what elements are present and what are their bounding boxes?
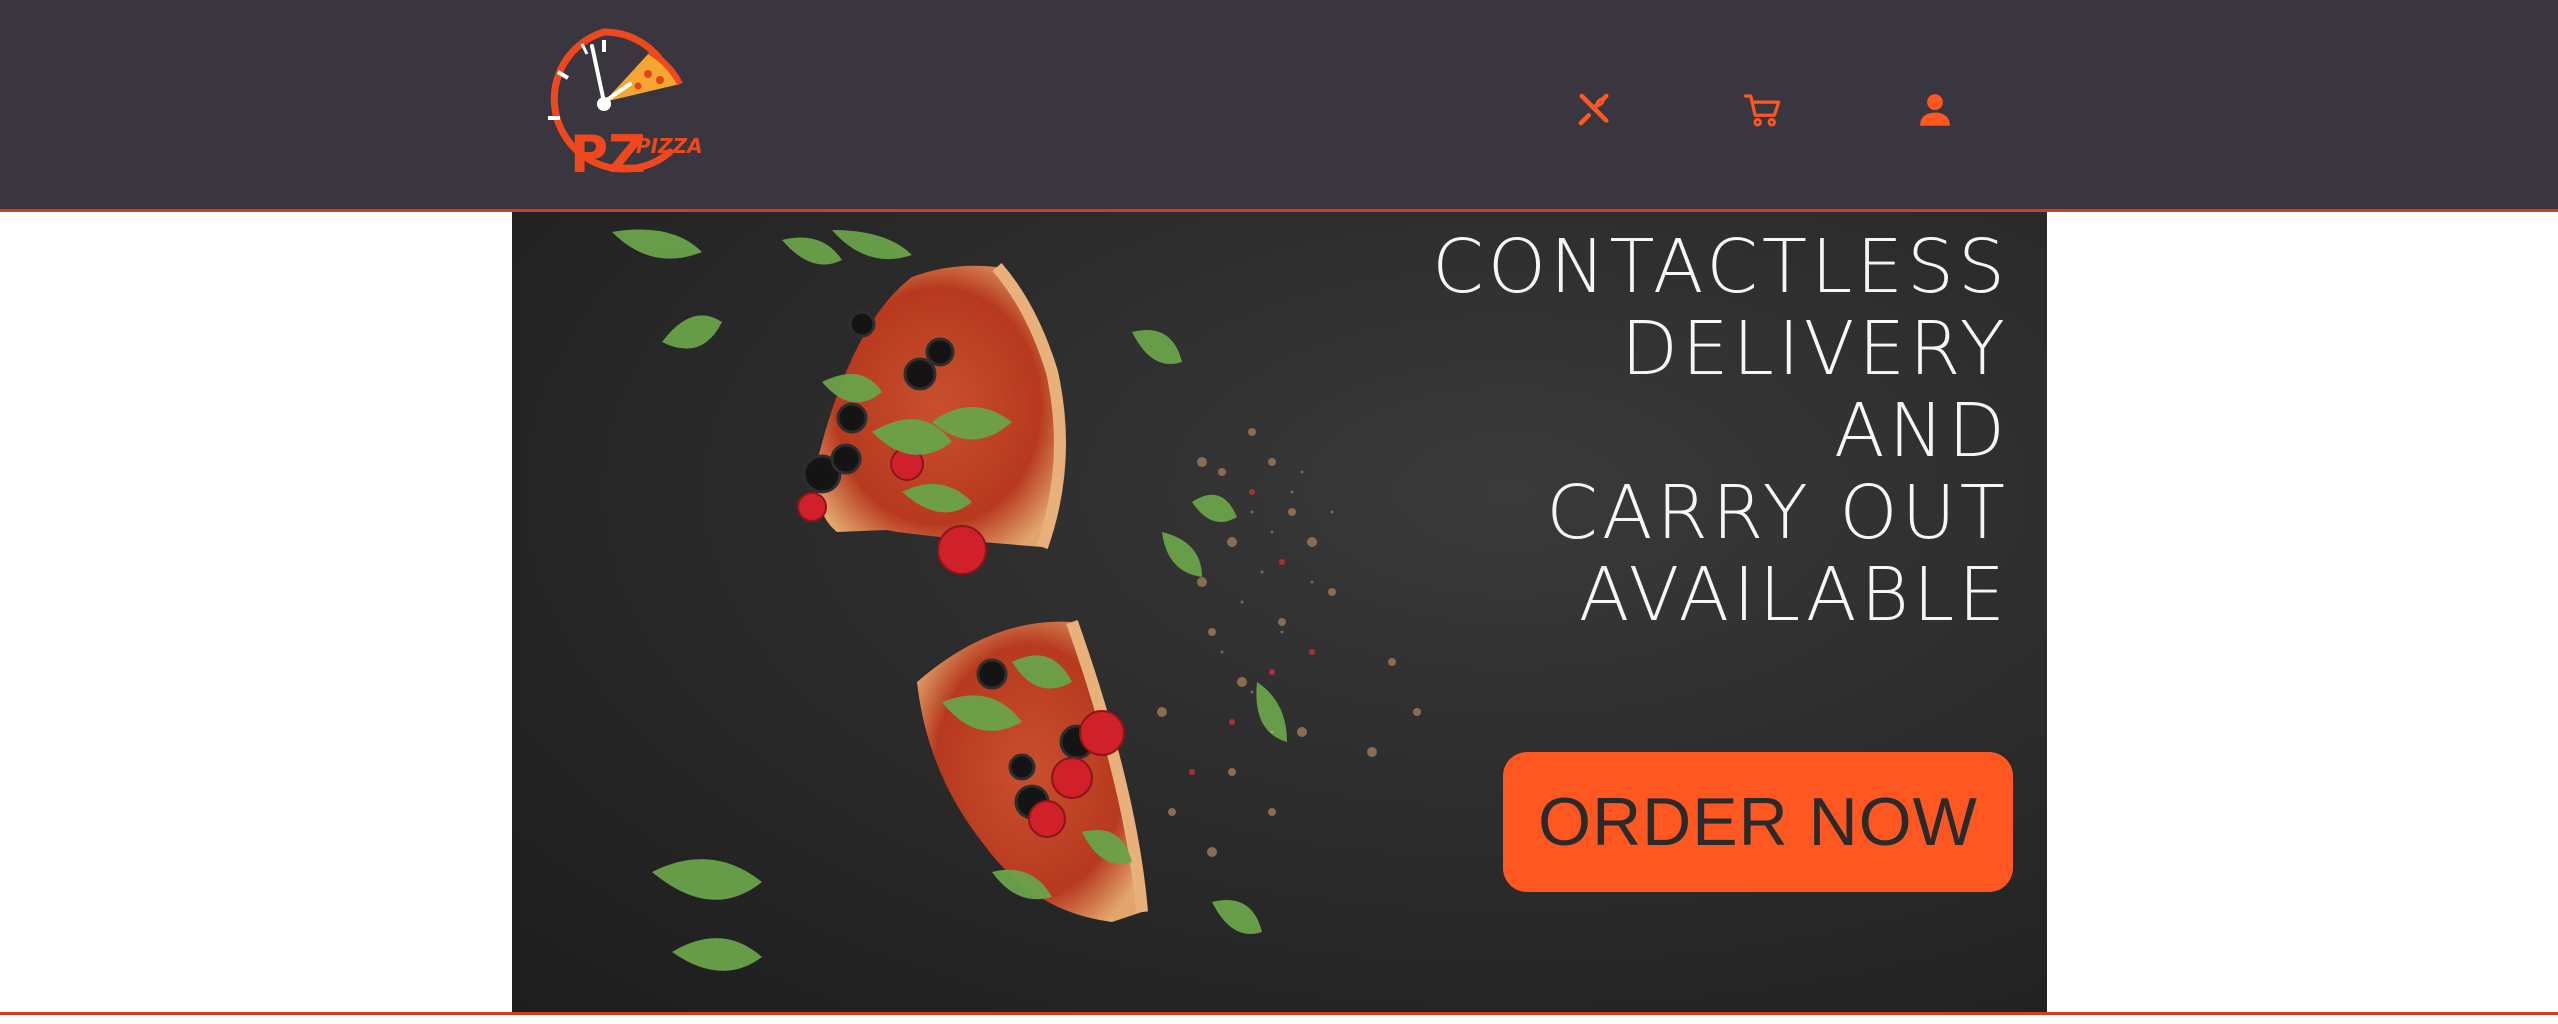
headline-line: AVAILABLE xyxy=(1578,552,2009,638)
headline-line: DELIVERY xyxy=(1620,306,2009,392)
site-header: PZ PIZZA xyxy=(0,0,2558,212)
brand-logo[interactable]: PZ PIZZA xyxy=(530,22,705,190)
svg-text:PZ: PZ xyxy=(570,125,646,185)
cart-icon xyxy=(1743,94,1781,127)
account-button[interactable] xyxy=(1911,86,1959,134)
hero-headline: CONTACTLESS DELIVERY AND CARRY OUT AVAIL… xyxy=(1432,226,2009,636)
utensils-icon xyxy=(1578,93,1609,126)
cart-button[interactable] xyxy=(1739,86,1787,134)
order-now-button[interactable]: ORDER NOW xyxy=(1503,752,2013,892)
pizza-clock-logo-icon: PZ PIZZA xyxy=(548,28,703,185)
menu-nav-button[interactable] xyxy=(1570,86,1618,134)
svg-text:PIZZA: PIZZA xyxy=(636,134,703,158)
hero-banner: CONTACTLESS DELIVERY AND CARRY OUT AVAIL… xyxy=(512,212,2047,1012)
hero-bottom-divider xyxy=(0,1012,2558,1015)
headline-line: CONTACTLESS xyxy=(1432,224,2009,310)
headline-line: AND xyxy=(1834,388,2009,474)
headline-line: CARRY OUT xyxy=(1546,470,2009,556)
user-icon xyxy=(1920,94,1950,126)
